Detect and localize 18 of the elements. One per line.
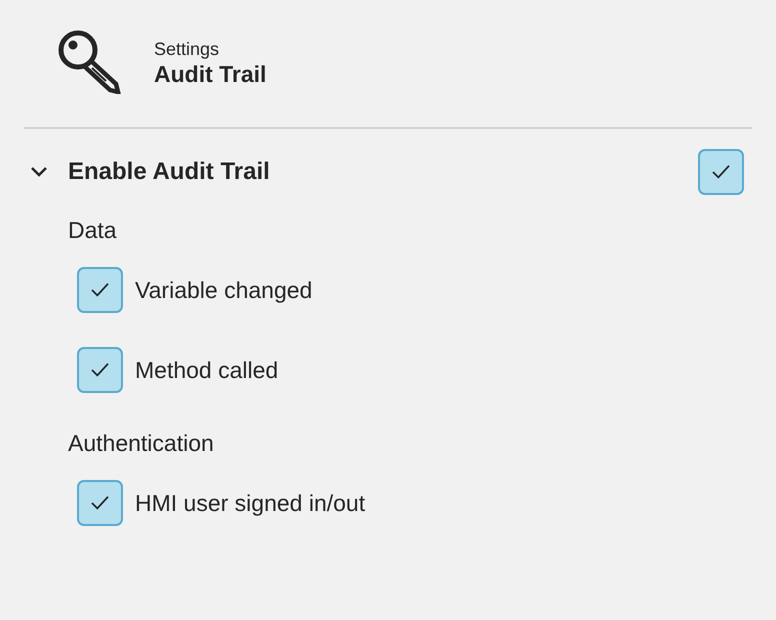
checkbox-label: Variable changed (135, 276, 312, 305)
key-icon (58, 30, 122, 94)
check-icon (90, 495, 110, 511)
checkbox-label: HMI user signed in/out (135, 488, 366, 518)
header-title: Audit Trail (154, 60, 266, 88)
checkbox[interactable] (77, 480, 123, 526)
check-icon (711, 164, 731, 180)
checkbox[interactable] (77, 347, 123, 393)
header-subtitle: Settings (154, 38, 220, 60)
chevron-icon[interactable] (30, 166, 48, 178)
group-title: Data (68, 216, 118, 245)
check-icon (90, 362, 110, 378)
section-title: Enable Audit Trail (68, 157, 270, 187)
group-title: Authentication (68, 429, 215, 458)
checkbox[interactable] (77, 267, 123, 313)
checkbox[interactable] (698, 149, 744, 195)
check-icon (90, 282, 110, 298)
checkbox-label: Method called (135, 356, 278, 385)
